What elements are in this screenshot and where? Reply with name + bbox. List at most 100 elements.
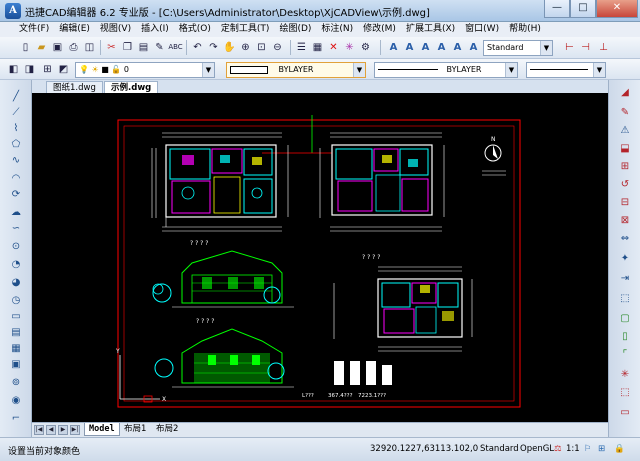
drawing-canvas[interactable]: N ? ? ? ? ? ? ? ? ? ? ? ? L??? 367.4??? … [32,93,608,422]
redo-icon[interactable]: ↷ [206,40,221,55]
chevron-down-icon[interactable]: ▼ [593,63,605,77]
tab-layout2[interactable]: 布局2 [152,423,182,436]
copy-icon[interactable]: ❐ [120,40,135,55]
minimize-button[interactable]: — [544,0,570,18]
make-current-icon[interactable]: ⊞ [40,62,55,77]
move-icon[interactable]: ↺ [618,178,632,192]
join-icon[interactable]: ▢ [618,312,632,326]
menu-dimension[interactable]: 标注(N) [316,22,358,37]
scale-icon[interactable]: ⊠ [618,214,632,228]
print-preview-icon[interactable]: ◫ [82,40,97,55]
menu-help[interactable]: 帮助(H) [504,22,546,37]
chevron-down-icon[interactable]: ▼ [540,41,552,55]
gradient-icon[interactable]: ▦ [9,342,23,356]
layer-manager-icon[interactable]: ◧ [6,62,21,77]
layer-states-icon[interactable]: ◩ [56,62,71,77]
status-scale[interactable]: 1:1 [566,444,580,454]
text-edit-icon[interactable]: A [434,40,449,55]
match-properties-icon[interactable]: ✎ [152,40,167,55]
polygon-icon[interactable]: ⬠ [9,138,23,152]
text-style-select[interactable]: Standard ▼ [483,40,553,56]
dimension-linear-icon[interactable]: ⊣ [578,40,593,55]
tab-model[interactable]: Model [84,423,120,436]
chevron-down-icon[interactable]: ▼ [505,63,517,77]
status-renderer[interactable]: OpenGL [520,444,554,454]
color-select[interactable]: BYLAYER ▼ [226,62,366,78]
menu-view[interactable]: 视图(V) [95,22,136,37]
undo-icon[interactable]: ↶ [190,40,205,55]
extend-icon[interactable]: ⇥ [618,272,632,286]
hatch-icon[interactable]: ▤ [9,326,23,340]
mtext-icon[interactable]: ⌐ [9,412,23,426]
table-icon[interactable]: ⊚ [9,376,23,390]
menu-extensions[interactable]: 扩展工具(X) [401,22,460,37]
make-block-icon[interactable]: ◷ [9,294,23,308]
delete-icon[interactable]: ✕ [326,40,341,55]
ellipse-icon[interactable]: ⊙ [9,240,23,254]
ellipse-arc-icon[interactable]: ◔ [9,258,23,272]
explode-icon[interactable]: ✳ [342,40,357,55]
array-icon[interactable]: ⊞ [618,160,632,174]
circle-icon[interactable]: ⟳ [9,188,23,202]
menu-insert[interactable]: 插入(I) [136,22,174,37]
rotate-icon[interactable]: ⊟ [618,196,632,210]
spell-check-icon[interactable]: ABC [168,40,183,55]
trim-icon[interactable]: ✦ [618,252,632,266]
dimension-update-icon[interactable]: ⊥ [596,40,611,55]
text-icon[interactable]: A [386,40,401,55]
chevron-down-icon[interactable]: ▼ [353,63,365,77]
menu-tools[interactable]: 定制工具(T) [216,22,275,37]
menu-format[interactable]: 格式(O) [174,22,216,37]
close-button[interactable]: ✕ [596,0,638,18]
menu-file[interactable]: 文件(F) [14,22,54,37]
menu-edit[interactable]: 编辑(E) [54,22,95,37]
rectangle-icon[interactable]: ∿ [9,154,23,168]
print-icon[interactable]: ⎙ [66,40,81,55]
arc-icon[interactable]: ◠ [9,172,23,186]
multiline-text-icon[interactable]: A [402,40,417,55]
prev-tab-button[interactable]: ◀ [46,425,56,435]
next-tab-button[interactable]: ▶ [58,425,68,435]
explode-object-icon[interactable]: ✳ [618,368,632,382]
find-text-icon[interactable]: A [450,40,465,55]
mirror-icon[interactable]: ⚠ [618,124,632,138]
text-style-icon[interactable]: A [418,40,433,55]
save-icon[interactable]: ▣ [50,40,65,55]
dimension-style-icon[interactable]: ⊢ [562,40,577,55]
chamfer-icon[interactable]: ▯ [618,330,632,344]
revision-cloud-icon[interactable]: ☁ [9,206,23,220]
tab-layout1[interactable]: 布局1 [120,423,150,436]
zoom-previous-icon[interactable]: ⊖ [270,40,285,55]
status-text-style[interactable]: Standard [480,444,519,454]
open-folder-icon[interactable]: ▰ [34,40,49,55]
offset-icon[interactable]: ⬓ [618,142,632,156]
annotation-scale-icon[interactable]: ⚖ [554,444,562,454]
erase-icon[interactable]: ◢ [618,86,632,100]
annotation-visibility-icon[interactable]: ⚐ [584,444,592,454]
scale-text-icon[interactable]: A [466,40,481,55]
point-icon[interactable]: ▭ [9,310,23,324]
edit-polyline-icon[interactable]: ▭ [618,406,632,420]
linetype-select[interactable]: BYLAYER ▼ [374,62,518,78]
line-icon[interactable]: ╱ [9,90,23,104]
maximize-button[interactable]: □ [570,0,596,18]
tab-drawing1[interactable]: 图纸1.dwg [46,81,103,93]
layer-select[interactable]: 💡 ☀ ■ 🔓 0 ▼ [75,62,215,78]
toolbar-lock-icon[interactable]: 🔒 [614,444,625,454]
fillet-icon[interactable]: ⌜ [618,348,632,362]
break-icon[interactable]: ⬚ [618,292,632,306]
menu-window[interactable]: 窗口(W) [460,22,504,37]
region-icon[interactable]: ▣ [9,358,23,372]
menu-modify[interactable]: 修改(M) [358,22,401,37]
xline-icon[interactable]: ⟋ [9,106,23,120]
first-tab-button[interactable]: |◀ [34,425,44,435]
zoom-window-icon[interactable]: ⊡ [254,40,269,55]
properties-icon[interactable]: ☰ [294,40,309,55]
insert-block-icon[interactable]: ◕ [9,276,23,290]
workspace-icon[interactable]: ⊞ [598,444,605,454]
copy-object-icon[interactable]: ✎ [618,106,632,120]
paste-icon[interactable]: ▤ [136,40,151,55]
stretch-icon[interactable]: ⇔ [618,232,632,246]
measure-icon[interactable]: ⚙ [358,40,373,55]
design-center-icon[interactable]: ▦ [310,40,325,55]
